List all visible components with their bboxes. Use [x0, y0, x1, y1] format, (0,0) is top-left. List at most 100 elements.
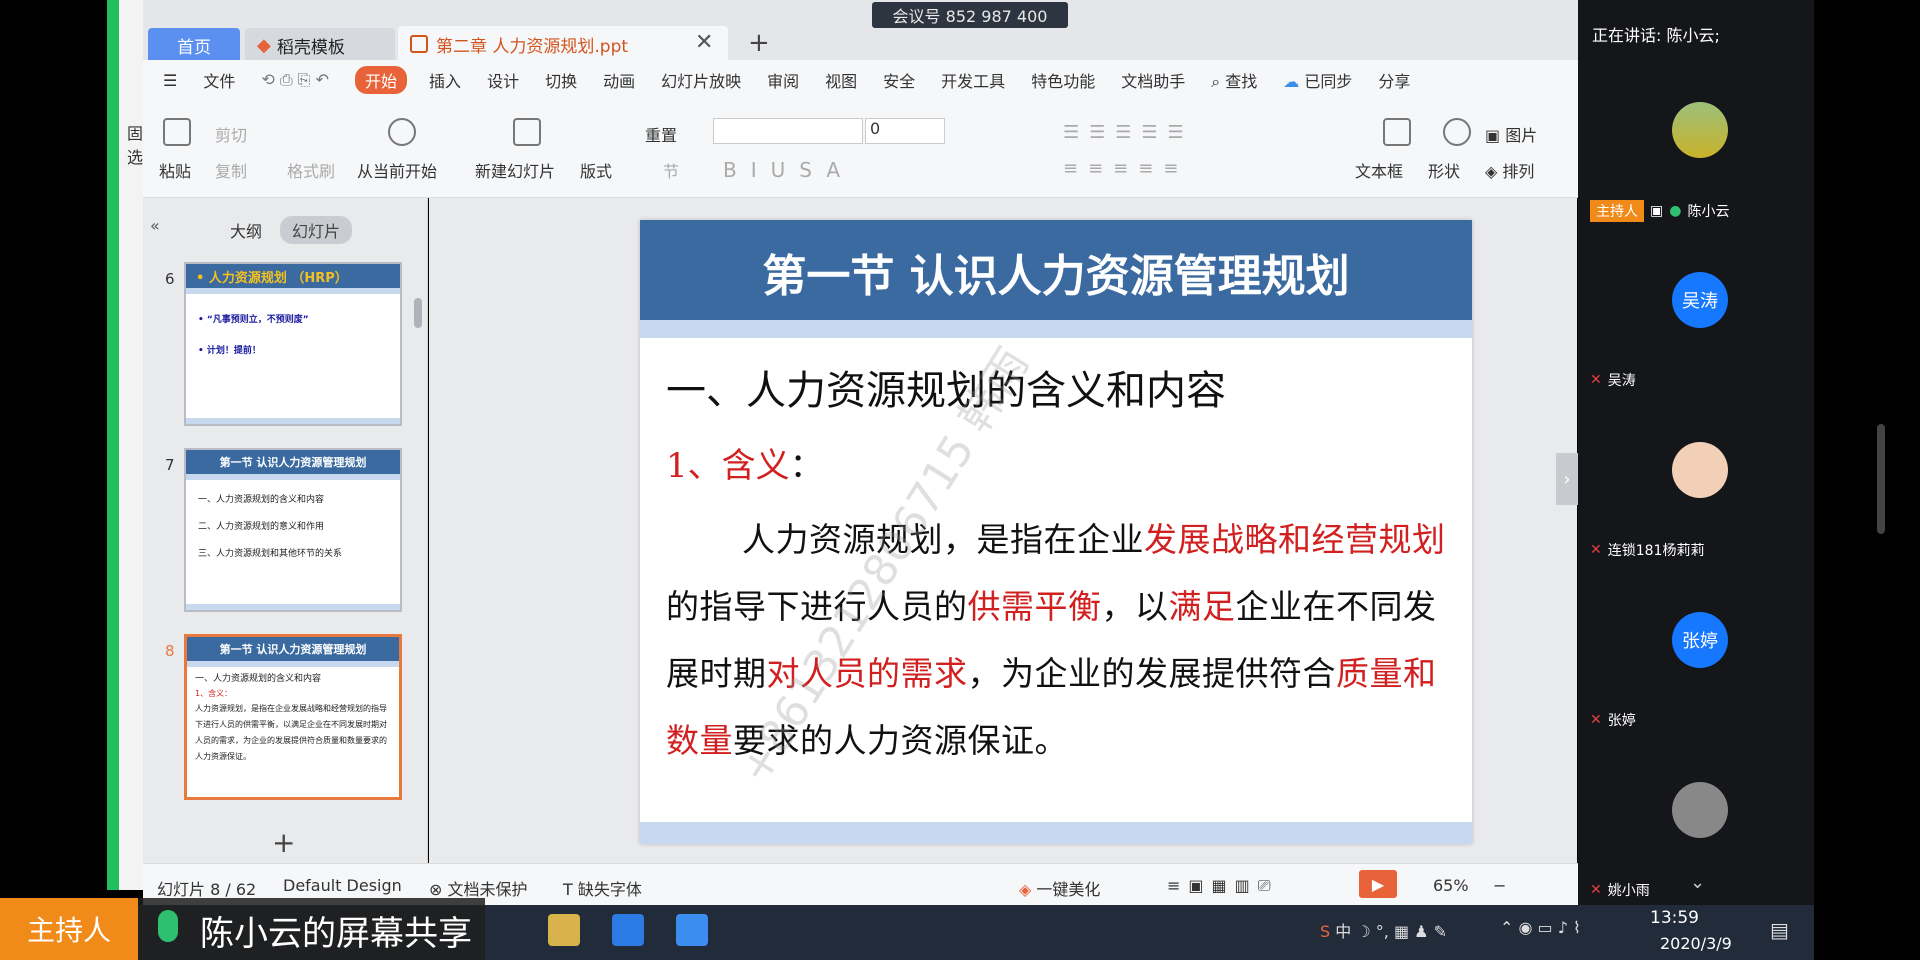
font-size-field[interactable]: 0: [865, 118, 945, 144]
paste-button[interactable]: 粘贴: [159, 158, 191, 182]
font-name-field[interactable]: [713, 118, 863, 144]
menu-start[interactable]: 开始: [355, 66, 408, 94]
speaking-indicator: 正在讲话: 陈小云;: [1592, 26, 1720, 45]
slide-thumbnail-6[interactable]: • 人力资源规划 （HRP） • “凡事预则立，不预则废” • 计划！提前！: [184, 262, 402, 426]
participant-yang[interactable]: ✕ 连锁181杨莉莉: [1590, 540, 1704, 560]
chevron-down-icon[interactable]: ⌄: [1690, 872, 1705, 893]
avatar-yang[interactable]: [1672, 442, 1728, 498]
menu-assistant[interactable]: 文档助手: [1121, 68, 1185, 92]
tab-templates[interactable]: ◆ 稻壳模板: [245, 28, 395, 62]
system-tray-icons[interactable]: ⌃ ◉ ▭ ♪ ⌇: [1500, 918, 1581, 937]
tab-outline[interactable]: 大纲: [230, 218, 262, 242]
tray-icons[interactable]: S 中 ☽ °, ▦ ♟ ✎: [1320, 918, 1447, 942]
participant-chen[interactable]: 主持人 ▣ ● 陈小云: [1590, 200, 1729, 222]
search-button[interactable]: ⌕ 查找: [1211, 68, 1257, 92]
slide-thumbnail-7[interactable]: 第一节 认识人力资源管理规划 一、人力资源规划的含义和内容 二、人力资源规划的意…: [184, 448, 402, 612]
mic-muted-icon: ✕: [1590, 882, 1602, 898]
tab-slides[interactable]: 幻灯片: [280, 216, 353, 244]
menu-transition[interactable]: 切换: [545, 68, 577, 92]
missing-font-status[interactable]: T 缺失字体: [563, 876, 642, 900]
paste-icon[interactable]: [163, 118, 191, 146]
avatar-wu[interactable]: 吴涛: [1672, 272, 1728, 328]
thumb-line: 二、人力资源规划的意义和作用: [198, 522, 325, 532]
menu-animation[interactable]: 动画: [603, 68, 635, 92]
beautify-button[interactable]: ◈ 一键美化: [1019, 876, 1100, 900]
section-button[interactable]: 节: [663, 158, 679, 182]
copy-button[interactable]: 复制: [215, 158, 247, 182]
tab-document-label: 第二章 人力资源规划.ppt: [436, 36, 629, 57]
slide-number: 6: [165, 270, 175, 288]
paragraph-icons[interactable]: ☰☰☰☰☰: [1063, 122, 1194, 143]
menu-security[interactable]: 安全: [883, 68, 915, 92]
participant-wu[interactable]: ✕ 吴涛: [1590, 370, 1636, 390]
thumb-line: 1、含义：: [195, 689, 233, 698]
reset-button[interactable]: 重置: [645, 122, 677, 146]
slide-thumbnail-8[interactable]: 第一节 认识人力资源管理规划 一、人力资源规划的含义和内容 1、含义： 人力资源…: [184, 634, 402, 800]
sync-status[interactable]: ☁ 已同步: [1283, 68, 1352, 92]
add-tab-icon[interactable]: +: [748, 28, 770, 58]
textbox-button[interactable]: 文本框: [1355, 158, 1403, 182]
participant-yao[interactable]: ✕ 姚小雨: [1590, 880, 1650, 900]
file-explorer-icon[interactable]: [548, 914, 580, 946]
view-mode-icons[interactable]: ≡▣▦▥⎚: [1167, 876, 1279, 896]
from-current-button[interactable]: 从当前开始: [357, 158, 437, 182]
ime-indicator: 中: [1335, 922, 1352, 941]
quick-tools-icon[interactable]: ⟲ ⎙ ⎘ ↶: [261, 70, 329, 90]
panel-scrollbar[interactable]: [1877, 424, 1885, 534]
thumb-title: • 人力资源规划 （HRP）: [186, 264, 400, 288]
menu-insert[interactable]: 插入: [429, 68, 461, 92]
arrange-button[interactable]: ◈ 排列: [1485, 158, 1534, 182]
date[interactable]: 2020/3/9: [1660, 934, 1732, 953]
align-icons[interactable]: ≡≡≡≡≡: [1063, 158, 1188, 179]
design-name[interactable]: Default Design: [283, 876, 402, 895]
hamburger-icon[interactable]: ☰: [163, 71, 177, 90]
tab-templates-label: 稻壳模板: [276, 37, 345, 58]
menu-file[interactable]: 文件: [203, 68, 235, 92]
close-icon[interactable]: ✕: [695, 30, 713, 55]
menu-view[interactable]: 视图: [825, 68, 857, 92]
play-icon[interactable]: [388, 118, 416, 146]
pane-scrollbar[interactable]: [414, 298, 422, 328]
menu-features[interactable]: 特色功能: [1031, 68, 1095, 92]
menu-slideshow[interactable]: 幻灯片放映: [661, 68, 741, 92]
shape-button[interactable]: 形状: [1428, 158, 1460, 182]
new-slide-icon[interactable]: [513, 118, 541, 146]
menu-devtools[interactable]: 开发工具: [941, 68, 1005, 92]
notification-icon[interactable]: ▤: [1770, 918, 1789, 942]
cut-button[interactable]: 剪切: [215, 122, 247, 146]
menu-design[interactable]: 设计: [487, 68, 519, 92]
format-painter-button[interactable]: 格式刷: [287, 158, 335, 182]
sync-label: 已同步: [1304, 72, 1353, 91]
font-style-icons[interactable]: BIUSA: [723, 158, 854, 182]
new-slide-button[interactable]: 新建幻灯片: [475, 158, 555, 182]
arrange-icon: ◈: [1485, 162, 1498, 181]
participant-name: 吴涛: [1607, 373, 1636, 389]
shape-icon[interactable]: [1443, 118, 1471, 146]
photos-icon[interactable]: [612, 914, 644, 946]
microphone-icon[interactable]: [158, 910, 178, 942]
zoom-out-icon[interactable]: −: [1493, 876, 1506, 895]
share-button[interactable]: 分享: [1378, 68, 1410, 92]
wps-icon[interactable]: [676, 914, 708, 946]
tab-home[interactable]: 首页: [148, 28, 240, 62]
menu-review[interactable]: 审阅: [767, 68, 799, 92]
layout-button[interactable]: 版式: [580, 158, 612, 182]
textbox-icon[interactable]: [1383, 118, 1411, 146]
avatar-zhang[interactable]: 张婷: [1672, 612, 1728, 668]
picture-button[interactable]: ▣ 图片: [1485, 122, 1537, 146]
tab-document[interactable]: 第二章 人力资源规划.ppt: [398, 26, 728, 62]
add-slide-icon[interactable]: +: [272, 826, 295, 859]
thumb-line: 人力资源规划，是指在企业发展战略和经营规划的指导下进行人员的供需平衡，以满足企业…: [195, 704, 387, 761]
avatar-chen[interactable]: [1672, 102, 1728, 158]
thumb-line: • “凡事预则立，不预则废”: [198, 315, 309, 325]
expand-panel-icon[interactable]: ›: [1556, 453, 1578, 505]
participant-zhang[interactable]: ✕ 张婷: [1590, 710, 1636, 730]
picture-label: 图片: [1505, 126, 1538, 145]
clock[interactable]: 13:59: [1650, 908, 1699, 928]
protect-status[interactable]: ⊗ 文档未保护: [429, 876, 528, 900]
zoom-level[interactable]: 65%: [1433, 876, 1469, 895]
play-slideshow-button[interactable]: ▶: [1359, 870, 1397, 898]
avatar-yao[interactable]: [1672, 782, 1728, 838]
collapse-pane-icon[interactable]: «: [150, 216, 160, 235]
participant-name: 张婷: [1607, 713, 1636, 729]
